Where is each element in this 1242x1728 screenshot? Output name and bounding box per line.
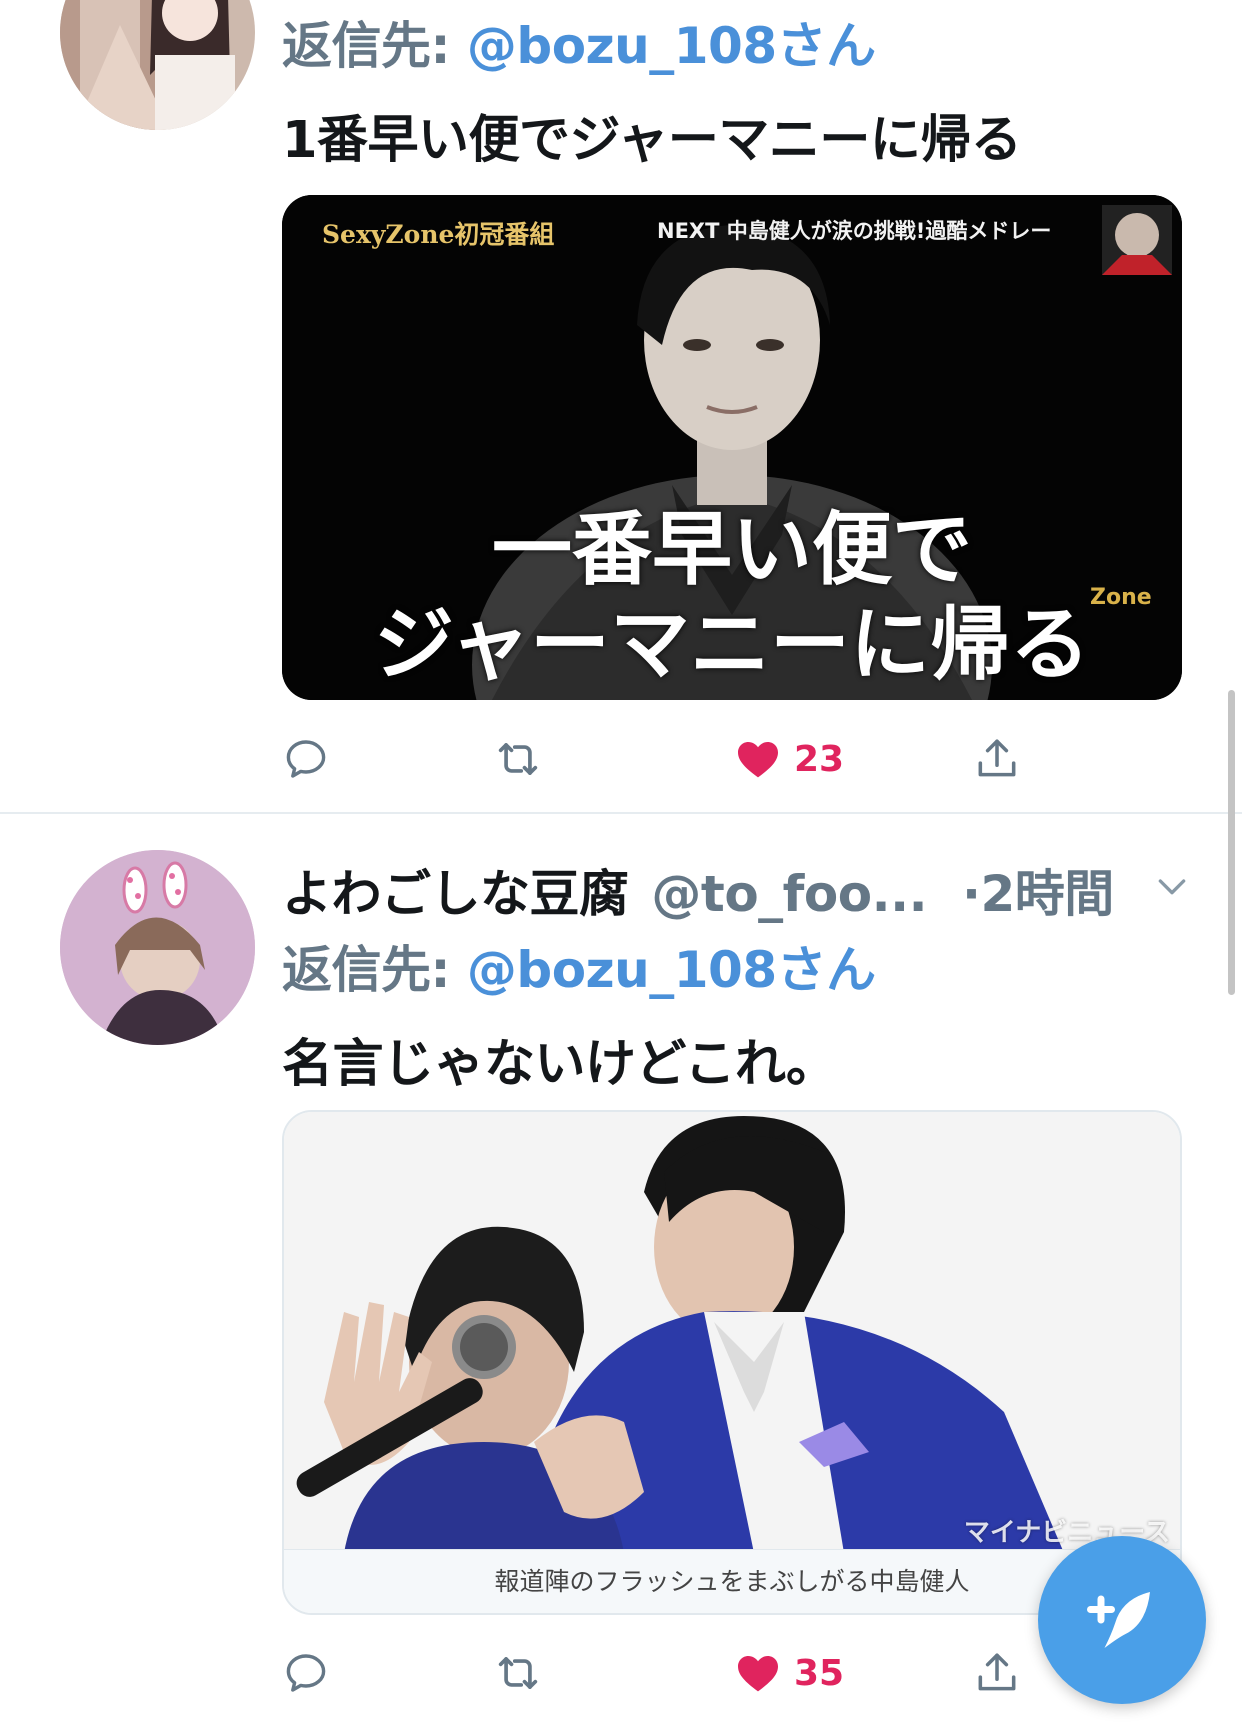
next-banner: NEXT 中島健人が涙の挑戦!過酷メドレー [657,219,1052,243]
retweet-icon [498,1657,538,1689]
tweet-actions: 23 [282,724,1082,794]
image-caption-line-2: ジャーマニーに帰る [374,597,1090,691]
show-logo: SexyZone初冠番組 [322,220,555,249]
share-button[interactable] [972,1638,1022,1708]
username[interactable]: @to_foo... [651,865,927,923]
tweet-1[interactable]: 返信先: @bozu_108さん 1番早い便でジャーマニーに帰る SexyZon… [0,0,1242,810]
reply-button[interactable] [282,724,330,794]
share-icon [978,1653,1016,1691]
tweet-header: よわごしな豆腐 @to_foo... ·2時間 [282,854,1202,923]
tweet-text: 名言じゃないけどこれ。 [282,1035,837,1094]
like-button[interactable]: 35 [734,1638,844,1708]
heart-filled-icon [738,742,778,778]
display-name[interactable]: よわごしな豆腐 [282,865,629,923]
tweet-time: ·2時間 [962,865,1114,923]
like-button[interactable]: 23 [734,724,844,794]
tweet-body: 返信先: @bozu_108さん 1番早い便でジャーマニーに帰る [282,6,1182,172]
reply-icon [286,1654,326,1692]
reply-handle-link[interactable]: @bozu_108さん [467,941,876,999]
reply-to-line: 返信先: @bozu_108さん [282,930,1202,1002]
share-icon [978,739,1016,777]
share-button[interactable] [972,724,1022,794]
reply-prefix: 返信先: [282,941,467,999]
tweet-body: よわごしな豆腐 @to_foo... ·2時間 返信先: @bozu_108さん… [282,854,1202,1096]
retweet-icon [498,743,538,775]
avatar[interactable] [60,850,255,1045]
like-count: 35 [794,1652,845,1694]
chevron-down-icon[interactable] [1152,866,1192,906]
scrollbar[interactable] [1228,690,1235,995]
reply-prefix: 返信先: [282,17,467,75]
reply-icon [286,740,326,778]
tweet-image[interactable]: マイナビニュース 報道陣のフラッシュをまぶしがる中島健人 [282,1110,1182,1615]
like-count: 23 [794,738,845,780]
image-side-text: Zone [1090,585,1152,610]
tweet-text: 1番早い便でジャーマニーに帰る [282,111,1022,170]
avatar[interactable] [60,0,255,130]
retweet-button[interactable] [492,724,544,794]
reply-handle-link[interactable]: @bozu_108さん [467,17,876,75]
retweet-button[interactable] [492,1638,544,1708]
reply-to-line: 返信先: @bozu_108さん [282,6,1182,78]
compose-tweet-icon [1087,1592,1150,1648]
tweet-actions: 35 [282,1638,1082,1708]
tweet-image[interactable]: SexyZone初冠番組 NEXT 中島健人が涙の挑戦!過酷メドレー 一番早い便… [282,195,1182,700]
compose-tweet-button[interactable] [1038,1536,1206,1704]
heart-filled-icon [738,1656,778,1692]
reply-button[interactable] [282,1638,330,1708]
